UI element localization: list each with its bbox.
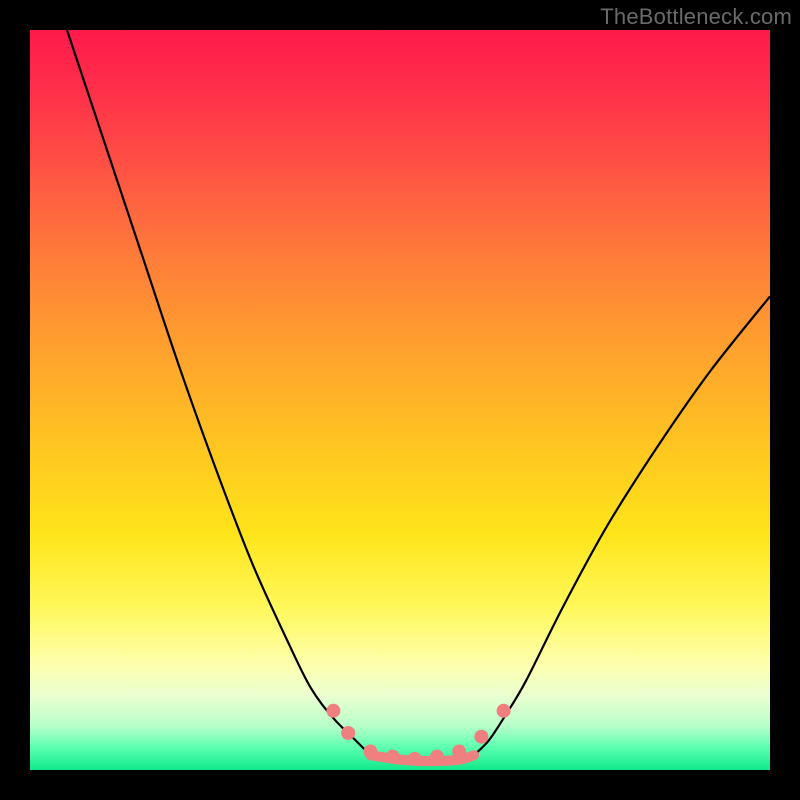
valley-marker [452, 745, 466, 759]
right-branch-curve [474, 296, 770, 755]
watermark-text: TheBottleneck.com [600, 4, 792, 30]
marker-group [326, 704, 510, 766]
valley-marker [363, 745, 377, 759]
valley-marker [497, 704, 511, 718]
valley-marker [474, 730, 488, 744]
valley-marker [408, 752, 422, 766]
chart-frame: TheBottleneck.com [0, 0, 800, 800]
left-branch-curve [67, 30, 370, 755]
curve-layer [30, 30, 770, 770]
valley-marker [341, 726, 355, 740]
valley-marker [430, 750, 444, 764]
plot-area [30, 30, 770, 770]
valley-marker [386, 750, 400, 764]
valley-marker [326, 704, 340, 718]
